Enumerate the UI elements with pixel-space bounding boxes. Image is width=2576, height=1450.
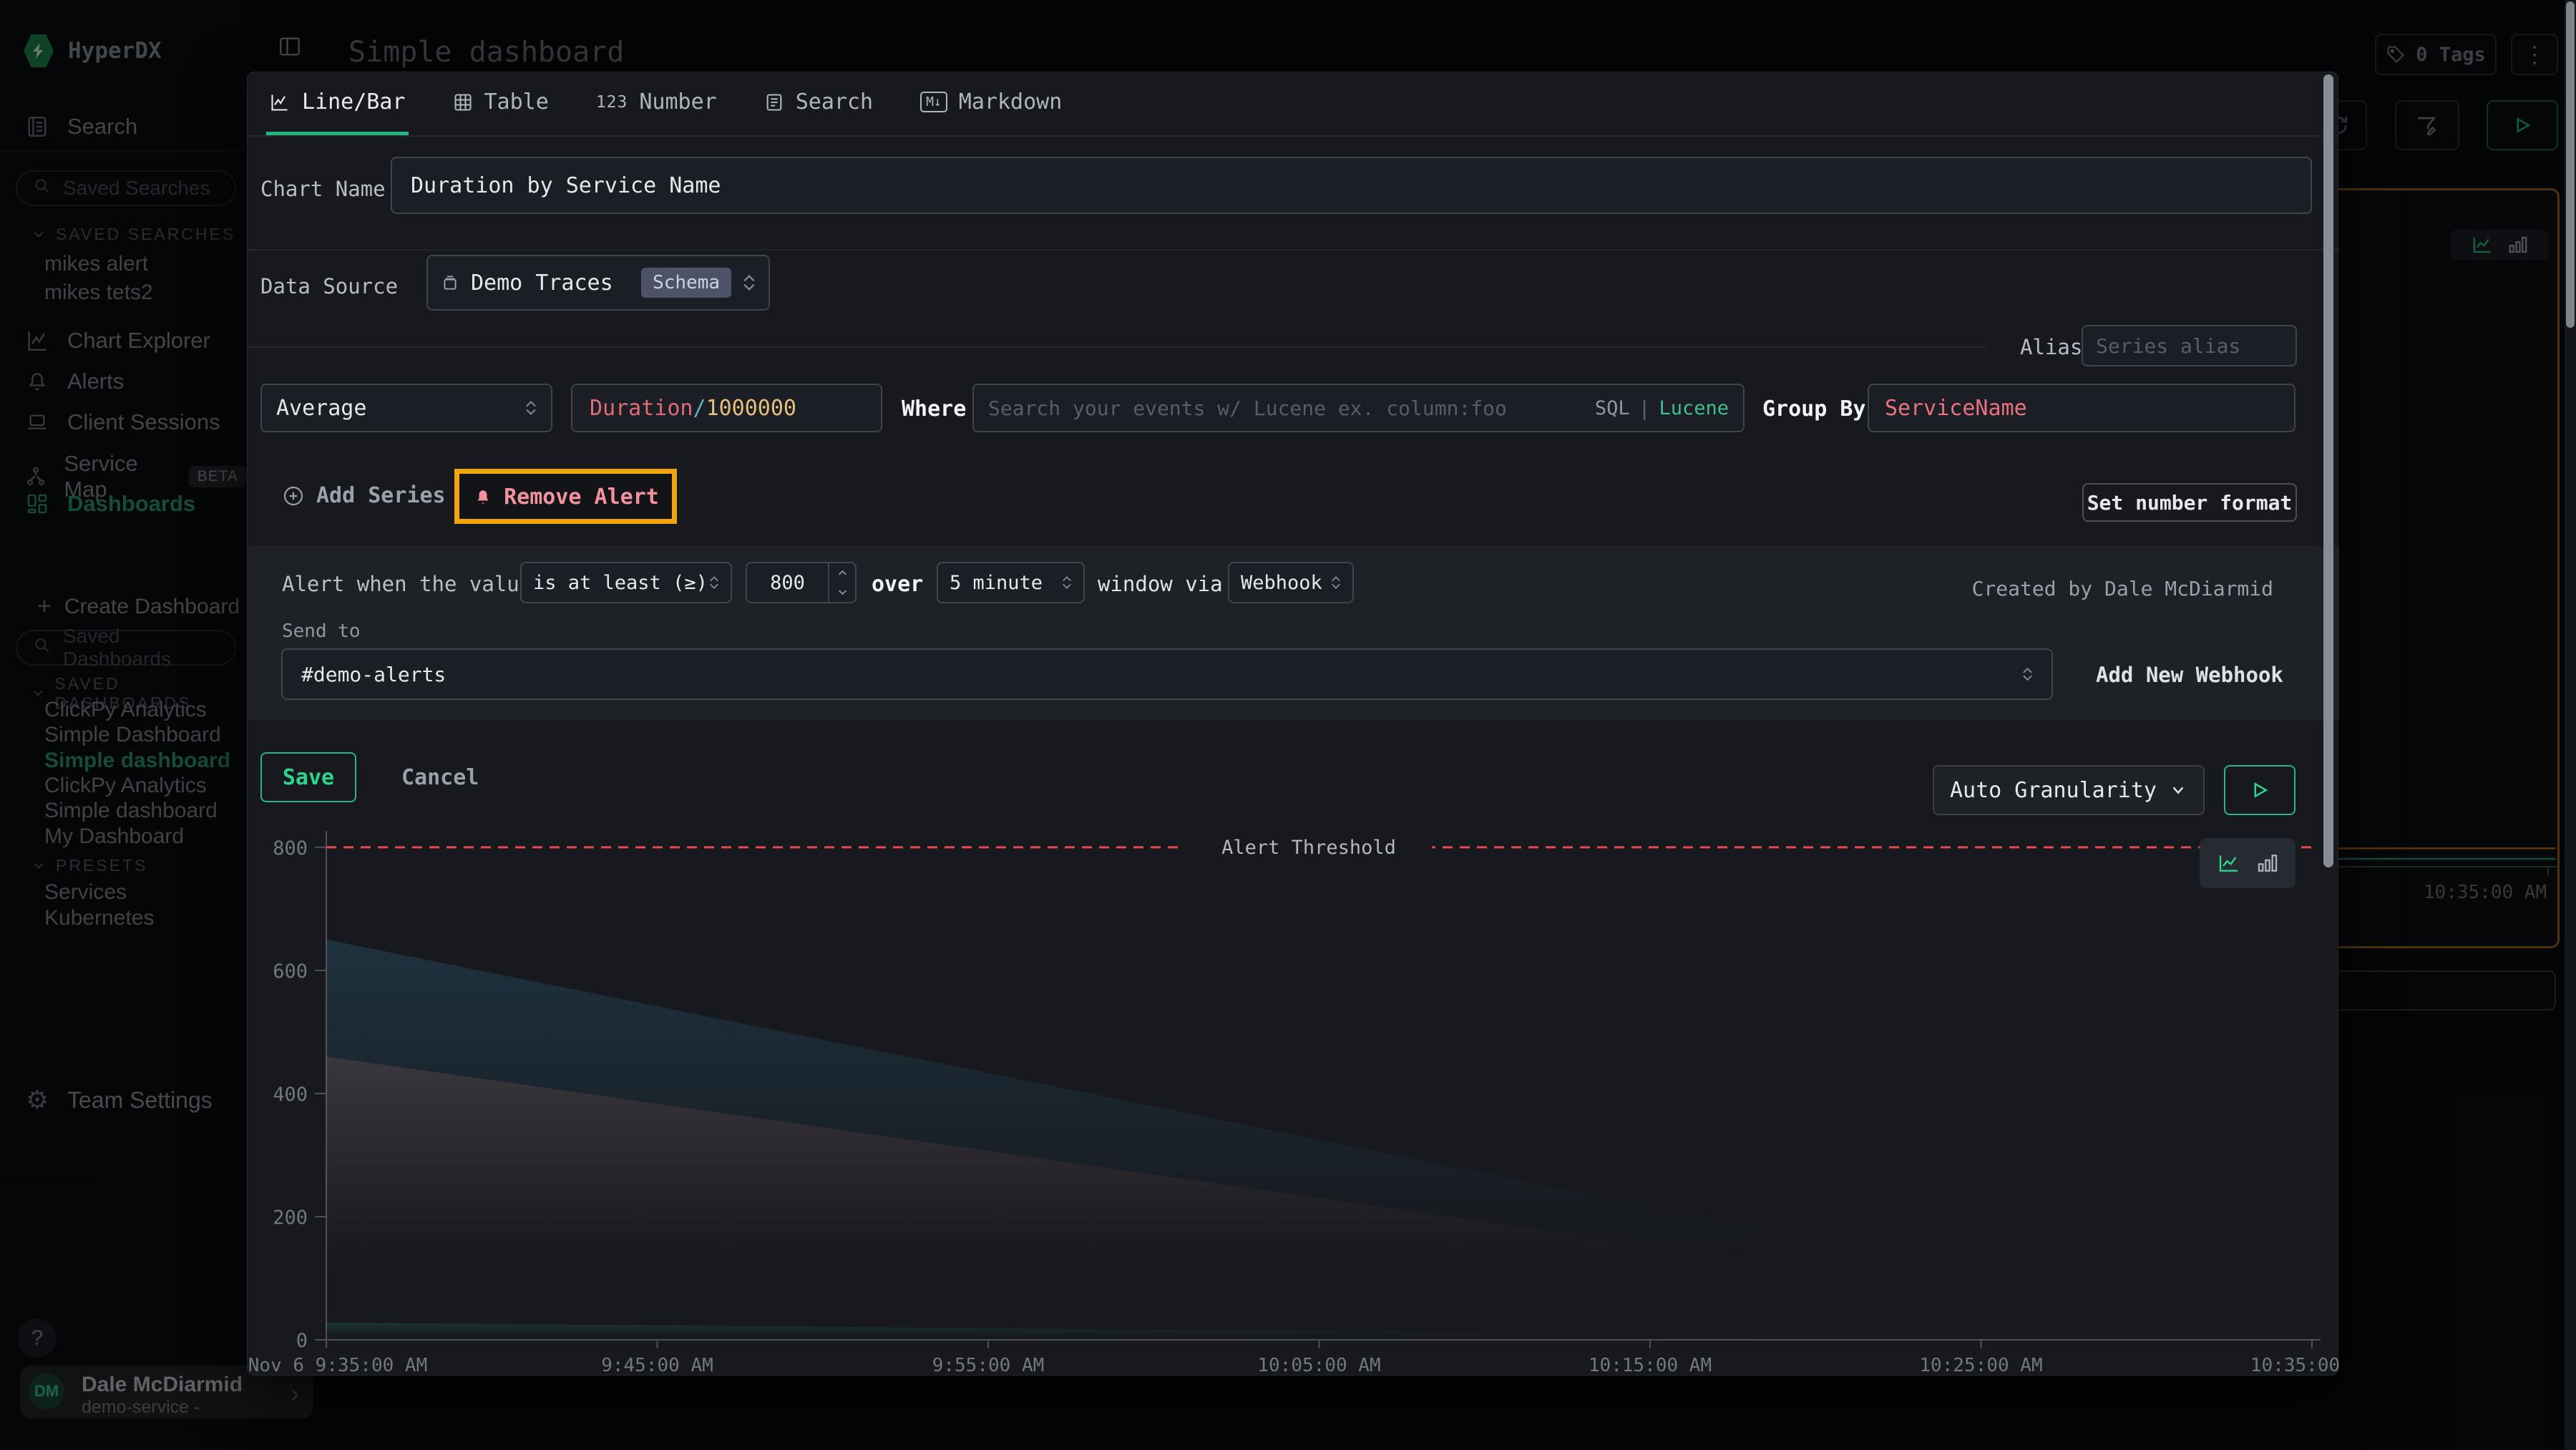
data-source-label: Data Source (260, 274, 398, 298)
modal-scrollbar[interactable] (2323, 74, 2333, 867)
aggregation-value: Average (276, 396, 525, 421)
where-label: Where (902, 396, 966, 422)
select-chevrons-icon (1062, 575, 1072, 590)
data-source-select[interactable]: Demo Traces Schema (426, 255, 770, 311)
tab-markdown[interactable]: M↓ Markdown (917, 72, 1065, 135)
annotation-highlight-box (454, 469, 677, 524)
alias-input[interactable]: Series alias (2082, 325, 2297, 366)
svg-text:0: 0 (296, 1330, 308, 1352)
chart-editor-modal: Line/Bar Table 123 Number Search M↓ Mark… (247, 72, 2338, 1376)
add-new-webhook-button[interactable]: Add New Webhook (2096, 663, 2283, 687)
page-scrollbar-thumb[interactable] (2566, 1, 2575, 328)
field-operator: / (693, 396, 706, 421)
alert-prefix-label: Alert when the value (282, 572, 532, 596)
select-chevrons-icon (743, 274, 756, 291)
group-by-value: ServiceName (1885, 396, 2027, 421)
svg-text:Nov 6 9:35:00 AM: Nov 6 9:35:00 AM (248, 1355, 427, 1376)
alert-config-panel: Alert when the value is at least (≥) 800… (248, 546, 2339, 720)
tab-table[interactable]: Table (450, 72, 552, 135)
line-chart-icon (269, 92, 291, 112)
cancel-button[interactable]: Cancel (401, 765, 479, 790)
created-by-label: Created by Dale McDiarmid (1972, 577, 2273, 600)
svg-text:10:15:00 AM: 10:15:00 AM (1589, 1355, 1712, 1376)
chart-editor-tabs: Line/Bar Table 123 Number Search M↓ Mark… (248, 72, 2338, 137)
alert-channel-value: Webhook (1241, 572, 1331, 594)
screen: HyperDX Search Saved Searches SAVED SEAR… (0, 0, 2576, 1450)
window-via-label: window via (1098, 572, 1223, 596)
add-series-label: Add Series (316, 483, 446, 508)
tab-line-bar[interactable]: Line/Bar (266, 72, 409, 135)
alert-window-select[interactable]: 5 minute (937, 562, 1085, 603)
svg-text:10:25:00 AM: 10:25:00 AM (1919, 1355, 2042, 1376)
divider (248, 346, 1986, 348)
chart-name-label: Chart Name (260, 177, 386, 201)
where-search-input[interactable]: Search your events w/ Lucene ex. column:… (972, 384, 1745, 432)
granularity-value: Auto Granularity (1950, 778, 2169, 803)
svg-text:400: 400 (273, 1084, 308, 1106)
send-to-label: Send to (282, 621, 361, 642)
list-icon (764, 92, 784, 112)
stepper-up-icon (838, 570, 847, 576)
svg-text:9:45:00 AM: 9:45:00 AM (601, 1355, 713, 1376)
select-chevrons-icon (709, 575, 719, 590)
where-placeholder: Search your events w/ Lucene ex. column:… (988, 396, 1595, 420)
run-chart-button[interactable] (2224, 765, 2296, 815)
save-button[interactable]: Save (260, 752, 356, 802)
number-123-icon: 123 (596, 93, 628, 112)
alert-threshold-input[interactable]: 800 (746, 562, 857, 603)
lucene-toggle[interactable]: Lucene (1659, 397, 1729, 419)
page-scrollbar-track[interactable] (2565, 0, 2576, 1450)
duration-by-service-chart[interactable]: 0 200 400 600 800 Nov 6 9:35:00 AM 9:45:00 AM 9… (248, 809, 2339, 1376)
data-source-value: Demo Traces (471, 271, 630, 296)
alert-window-value: 5 minute (950, 572, 1062, 594)
alias-label: Alias (2020, 335, 2082, 359)
database-icon (441, 272, 459, 293)
sql-lucene-divider: | (1639, 396, 1651, 420)
schema-badge[interactable]: Schema (641, 268, 731, 298)
play-icon (2249, 779, 2270, 801)
field-name: Duration (590, 396, 693, 421)
field-divisor: 1000000 (706, 396, 796, 421)
granularity-select[interactable]: Auto Granularity (1933, 765, 2205, 815)
plus-circle-icon (282, 485, 305, 507)
aggregation-select[interactable]: Average (260, 384, 552, 432)
stepper-down-icon (838, 589, 847, 595)
svg-text:200: 200 (273, 1207, 308, 1229)
chart-name-input[interactable]: Duration by Service Name (391, 157, 2312, 214)
svg-text:10:35:00 AM: 10:35:00 AM (2250, 1355, 2339, 1376)
svg-text:600: 600 (273, 960, 308, 983)
alert-threshold-value: 800 (747, 572, 828, 594)
select-chevrons-icon (1331, 575, 1341, 590)
chart-type-toggle[interactable] (2200, 838, 2296, 888)
svg-text:Alert Threshold: Alert Threshold (1221, 837, 1396, 859)
chevron-down-icon (2169, 782, 2187, 798)
group-by-input[interactable]: ServiceName (1868, 384, 2296, 432)
table-icon (453, 92, 473, 112)
alias-placeholder: Series alias (2096, 334, 2240, 358)
divider (248, 249, 2339, 250)
send-to-select[interactable]: #demo-alerts (281, 648, 2053, 700)
select-chevrons-icon (525, 400, 537, 416)
group-by-label: Group By (1762, 396, 1866, 422)
chart-name-value: Duration by Service Name (411, 173, 721, 198)
field-expression-input[interactable]: Duration/1000000 (571, 384, 882, 432)
add-series-button[interactable]: Add Series (282, 483, 446, 508)
sql-toggle[interactable]: SQL (1595, 397, 1630, 419)
bar-chart-icon[interactable] (2256, 852, 2279, 875)
alert-condition-select[interactable]: is at least (≥) (520, 562, 732, 603)
svg-text:800: 800 (273, 837, 308, 860)
tab-number[interactable]: 123 Number (593, 72, 720, 135)
tab-search[interactable]: Search (761, 72, 876, 135)
set-number-format-button[interactable]: Set number format (2082, 483, 2297, 522)
svg-text:10:05:00 AM: 10:05:00 AM (1257, 1355, 1380, 1376)
over-label: over (872, 572, 923, 597)
alert-channel-select[interactable]: Webhook (1228, 562, 1354, 603)
send-to-value: #demo-alerts (301, 663, 2022, 686)
line-chart-icon[interactable] (2216, 852, 2242, 875)
select-chevrons-icon (2022, 667, 2033, 681)
markdown-icon: M↓ (920, 92, 947, 112)
svg-text:9:55:00 AM: 9:55:00 AM (932, 1355, 1045, 1376)
number-stepper[interactable] (828, 563, 855, 602)
alert-condition-value: is at least (≥) (533, 572, 709, 594)
